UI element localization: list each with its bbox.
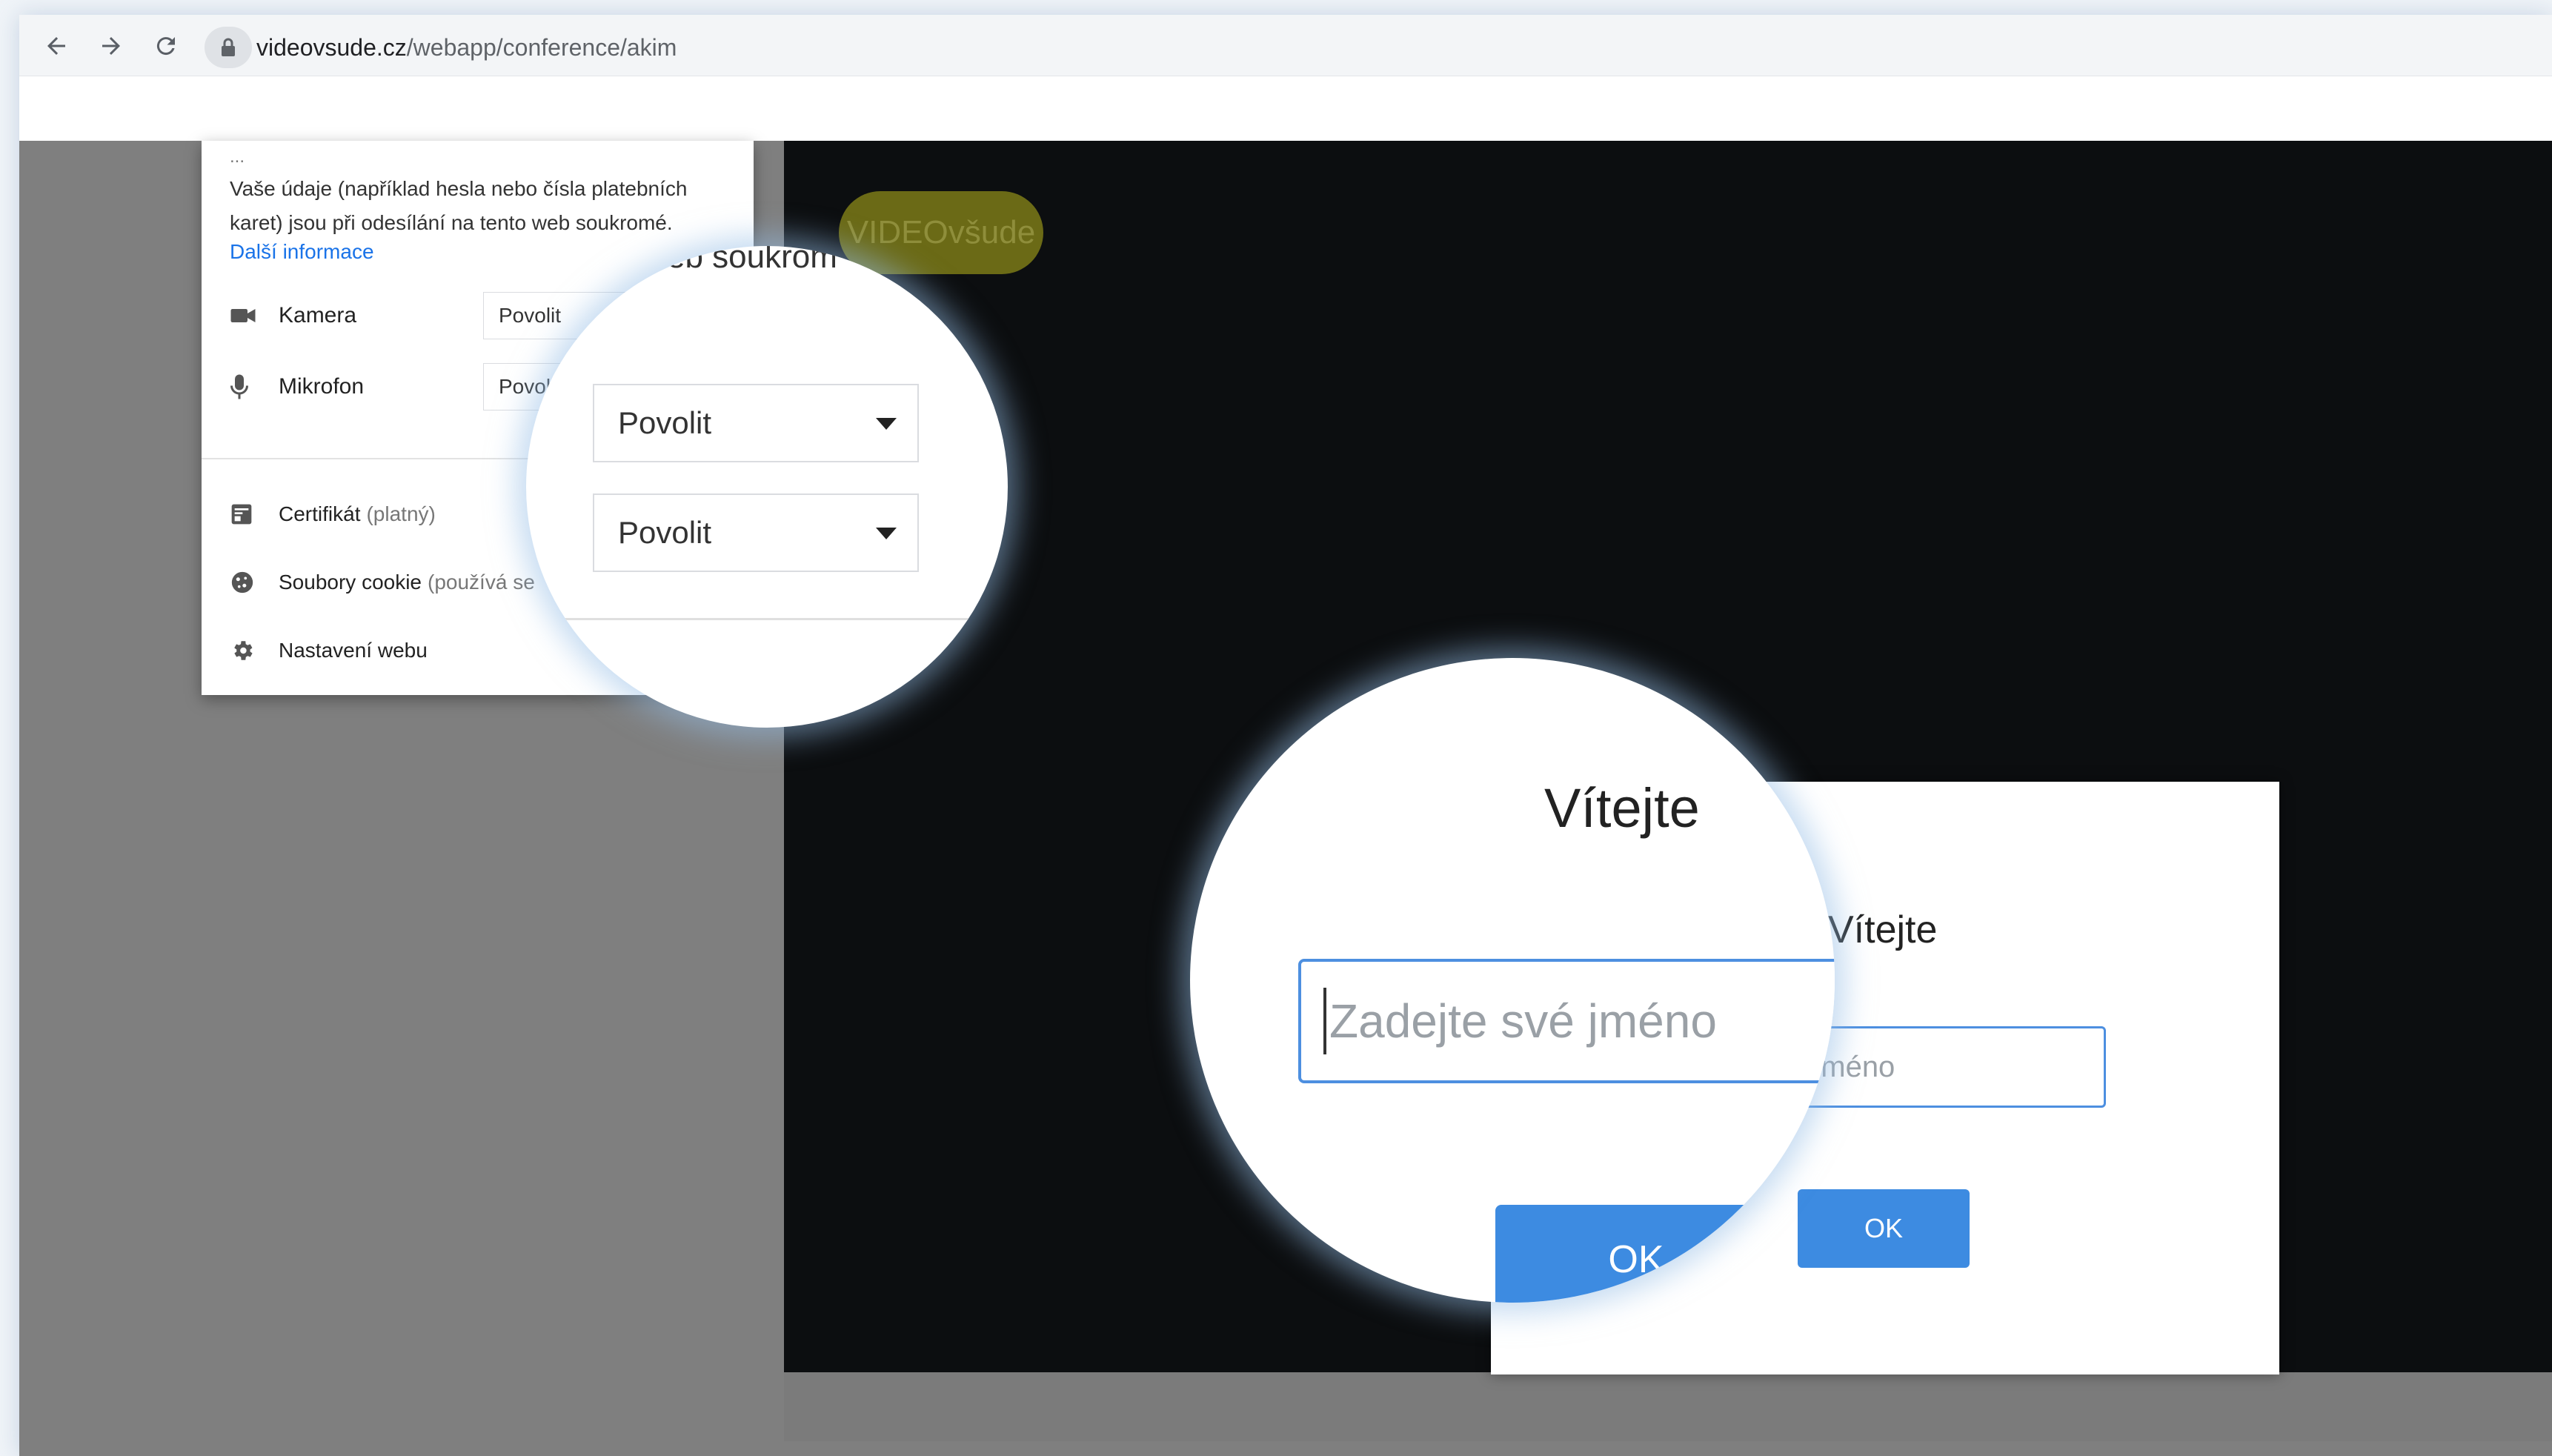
select-value: Povolit bbox=[618, 515, 712, 550]
menu-site-settings[interactable]: Nastavení webu bbox=[230, 628, 428, 673]
menu-certificate[interactable]: Certifikát (platný) bbox=[230, 492, 436, 536]
site-info-button[interactable] bbox=[205, 27, 252, 68]
caret-down-icon bbox=[876, 528, 897, 539]
arrow-right-icon bbox=[102, 37, 120, 55]
url-path: /webapp/conference/akim bbox=[406, 33, 677, 61]
back-button[interactable] bbox=[36, 27, 77, 65]
magnified-name-input[interactable]: Zadejte své jméno bbox=[1298, 959, 1835, 1083]
microphone-icon bbox=[230, 373, 259, 400]
menu-cookies[interactable]: Soubory cookie (používá se bbox=[230, 560, 535, 605]
arrow-left-icon bbox=[47, 37, 65, 55]
certificate-icon bbox=[230, 502, 259, 526]
forward-button[interactable] bbox=[90, 27, 132, 65]
select-value: Povolit bbox=[618, 405, 712, 440]
more-info-link[interactable]: Další informace bbox=[230, 240, 374, 264]
magnified-microphone-select[interactable]: Povolit bbox=[593, 493, 919, 572]
ok-button[interactable]: OK bbox=[1798, 1189, 1970, 1268]
browser-toolbar: videovsude.cz/webapp/conference/akim bbox=[19, 15, 2552, 76]
address-bar[interactable]: videovsude.cz/webapp/conference/akim bbox=[205, 27, 2502, 68]
menu-sublabel: (používá se bbox=[428, 571, 535, 594]
menu-label: Nastavení webu bbox=[279, 639, 428, 662]
magnified-partial-text: eb soukrom bbox=[667, 246, 837, 275]
caret-down-icon bbox=[876, 418, 897, 430]
video-bottom-strip bbox=[784, 1372, 2552, 1441]
magnified-dialog-title: Vítejte bbox=[1544, 777, 1700, 839]
reload-button[interactable] bbox=[145, 27, 187, 65]
url-host: videovsude.cz bbox=[256, 33, 407, 61]
dialog-title: Vítejte bbox=[1828, 908, 1938, 951]
permission-microphone: Mikrofon bbox=[230, 363, 364, 410]
gear-icon bbox=[230, 638, 259, 663]
name-placeholder: Zadejte své jméno bbox=[1329, 994, 1717, 1048]
app-logo: VIDEOvšude bbox=[839, 191, 1043, 274]
reload-icon bbox=[156, 37, 175, 56]
menu-sublabel: (platný) bbox=[366, 502, 436, 525]
magnified-ok-button[interactable]: OK bbox=[1495, 1205, 1777, 1303]
menu-label: Certifikát bbox=[279, 502, 361, 525]
cookie-icon bbox=[230, 570, 259, 595]
magnified-camera-select[interactable]: Povolit bbox=[593, 384, 919, 462]
lock-icon bbox=[222, 38, 235, 56]
permission-label: Mikrofon bbox=[279, 374, 365, 399]
privacy-description: Vaše údaje (například hesla nebo čísla p… bbox=[230, 177, 688, 234]
camera-icon bbox=[230, 305, 259, 326]
permission-label: Kamera bbox=[279, 303, 357, 328]
text-cursor bbox=[1323, 988, 1326, 1054]
magnified-divider bbox=[526, 618, 1008, 620]
menu-label: Soubory cookie bbox=[279, 571, 422, 594]
magnifier-permissions: eb soukrom Povolit Povolit bbox=[526, 246, 1008, 728]
popup-truncated-line: ... bbox=[230, 147, 245, 167]
permission-camera: Kamera bbox=[230, 292, 356, 339]
magnifier-welcome: Vítejte Zadejte své jméno OK bbox=[1190, 658, 1835, 1303]
